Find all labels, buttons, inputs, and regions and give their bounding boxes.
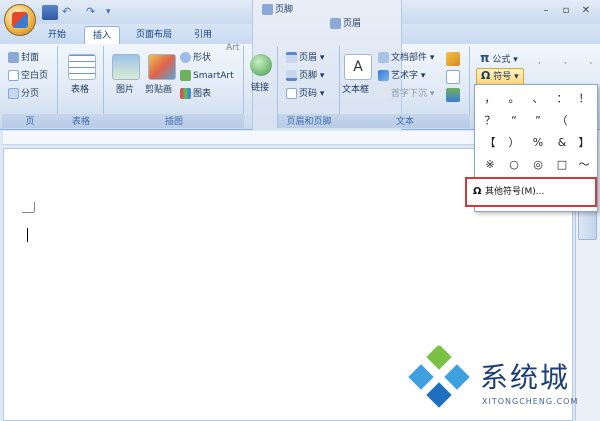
cover-page-button[interactable]: 封面 bbox=[8, 52, 39, 64]
table-button[interactable]: 表格 bbox=[71, 84, 89, 96]
watermark: 系统城 XITONGCHENG.COM bbox=[408, 344, 588, 414]
text-cursor bbox=[27, 228, 28, 242]
omega-icon: Ω bbox=[481, 69, 491, 82]
footer-icon bbox=[262, 4, 273, 15]
symbol-cell[interactable]: & bbox=[551, 133, 573, 153]
chart-button[interactable]: 图表 bbox=[180, 88, 211, 100]
text-group-label: 文本 bbox=[340, 114, 470, 128]
symbol-quick-row: · · · bbox=[538, 59, 600, 69]
symbol-button[interactable]: Ω 符号 ▾ bbox=[476, 68, 524, 85]
quick-parts-button[interactable]: 文档部件 ▾ bbox=[378, 52, 434, 64]
watermark-subtitle: XITONGCHENG.COM bbox=[482, 397, 579, 406]
footer-button[interactable]: 页脚 ▾ bbox=[286, 70, 324, 82]
close-button[interactable]: ✕ bbox=[576, 4, 596, 19]
symbol-dropdown: ， 。 、 ： ！ ？ “ ” （ 【 ） % & 】 ※ ○ ◎ □ ～ Ω … bbox=[465, 84, 598, 212]
clipart-icon[interactable] bbox=[148, 54, 176, 80]
page-break-icon bbox=[8, 88, 19, 99]
more-symbols-button[interactable]: Ω 其他符号(M)... bbox=[465, 177, 597, 207]
tab-home[interactable]: 开始 bbox=[40, 26, 74, 44]
header-dropdown-icon bbox=[286, 52, 297, 63]
symbol-cell[interactable]: ～ bbox=[573, 155, 595, 175]
omega-icon: Ω bbox=[473, 186, 482, 197]
margin-mark-v bbox=[34, 202, 35, 212]
office-button[interactable] bbox=[4, 4, 36, 36]
pi-icon: π bbox=[480, 51, 490, 65]
clipart-button[interactable]: 剪贴画 bbox=[145, 84, 172, 96]
symbol-cell[interactable]: ◎ bbox=[527, 155, 549, 175]
quick-parts-icon bbox=[378, 52, 389, 63]
symbol-cell[interactable]: 【 bbox=[479, 133, 501, 153]
symbol-cell[interactable]: 】 bbox=[573, 133, 595, 153]
strip-header-button[interactable]: 页眉 bbox=[330, 18, 361, 30]
symbol-cell[interactable]: ？ bbox=[479, 111, 501, 131]
symbol-cell[interactable]: “ bbox=[503, 111, 525, 131]
restore-button[interactable]: ▫ bbox=[556, 4, 576, 19]
symbol-cell[interactable]: ※ bbox=[479, 155, 501, 175]
chart-icon bbox=[180, 88, 191, 99]
tab-insert[interactable]: 插入 bbox=[84, 26, 121, 44]
undo-icon[interactable]: ↶ bbox=[62, 5, 78, 20]
symbol-cell[interactable]: ○ bbox=[503, 155, 525, 175]
blank-page-icon bbox=[8, 70, 19, 81]
insert-object-icon[interactable] bbox=[446, 88, 460, 102]
illustrations-group-label: 插图 bbox=[104, 114, 244, 128]
symbol-cell[interactable]: % bbox=[527, 133, 549, 153]
watermark-logo-icon bbox=[408, 346, 470, 408]
shapes-button[interactable]: 形状 bbox=[180, 52, 211, 64]
symbol-cell[interactable]: ） bbox=[503, 133, 525, 153]
header-icon bbox=[330, 18, 341, 29]
page-number-icon bbox=[286, 88, 297, 99]
header-button[interactable]: 页眉 ▾ bbox=[286, 52, 324, 64]
link-button[interactable]: 链接 bbox=[251, 82, 269, 94]
smartart-button[interactable]: SmartArt bbox=[180, 70, 234, 82]
more-symbols-label: 其他符号(M)... bbox=[485, 187, 545, 197]
drop-cap-button[interactable]: 首字下沉 ▾ bbox=[378, 88, 434, 100]
link-icon[interactable] bbox=[250, 54, 272, 76]
symbol-cell[interactable]: （ bbox=[551, 111, 573, 131]
textbox-icon[interactable]: A bbox=[344, 54, 372, 80]
wordart-button[interactable]: 艺术字 ▾ bbox=[378, 70, 425, 82]
cover-page-icon bbox=[8, 52, 19, 63]
wordart-icon bbox=[378, 70, 389, 81]
shapes-icon bbox=[180, 52, 191, 63]
smartart-icon bbox=[180, 70, 191, 81]
symbol-cell[interactable]: □ bbox=[551, 155, 573, 175]
customize-qat-icon[interactable]: ▾ bbox=[106, 5, 122, 20]
symbol-cell[interactable]: ， bbox=[479, 89, 501, 109]
tab-page-layout[interactable]: 页面布局 bbox=[128, 26, 180, 44]
blank-page-button[interactable]: 空白页 bbox=[8, 70, 48, 82]
picture-icon[interactable] bbox=[112, 54, 140, 80]
minimize-button[interactable]: – bbox=[536, 4, 556, 19]
symbol-cell[interactable]: 、 bbox=[527, 89, 549, 109]
footer-dropdown-icon bbox=[286, 70, 297, 81]
symbol-cell[interactable]: ！ bbox=[573, 89, 595, 109]
signature-line-icon[interactable] bbox=[446, 52, 460, 66]
table-group-label: 表格 bbox=[58, 114, 104, 128]
page-number-button[interactable]: 页码 ▾ bbox=[286, 88, 324, 100]
office-logo-icon bbox=[12, 12, 28, 28]
drop-cap-icon bbox=[378, 88, 389, 99]
symbol-cell[interactable]: 。 bbox=[503, 89, 525, 109]
redo-icon[interactable]: ↷ bbox=[86, 5, 102, 20]
save-icon[interactable] bbox=[42, 5, 58, 20]
symbol-cell[interactable]: ： bbox=[551, 89, 573, 109]
strip-footer-button[interactable]: 页脚 bbox=[262, 4, 293, 16]
textbox-button[interactable]: 文本框 bbox=[342, 84, 369, 96]
table-icon[interactable] bbox=[68, 54, 96, 80]
symbol-cell[interactable]: ” bbox=[527, 111, 549, 131]
page-group-label: 页 bbox=[2, 114, 58, 128]
tab-references[interactable]: 引用 bbox=[186, 26, 220, 44]
strip-art-label: Art bbox=[226, 43, 240, 53]
page-break-button[interactable]: 分页 bbox=[8, 88, 39, 100]
watermark-title: 系统城 bbox=[480, 361, 571, 394]
picture-button[interactable]: 图片 bbox=[116, 84, 134, 96]
date-time-icon[interactable] bbox=[446, 70, 460, 84]
equation-button[interactable]: π 公式 ▾ bbox=[480, 52, 518, 66]
margin-mark bbox=[22, 212, 34, 213]
header-footer-group-label: 页眉和页脚 bbox=[278, 114, 340, 128]
